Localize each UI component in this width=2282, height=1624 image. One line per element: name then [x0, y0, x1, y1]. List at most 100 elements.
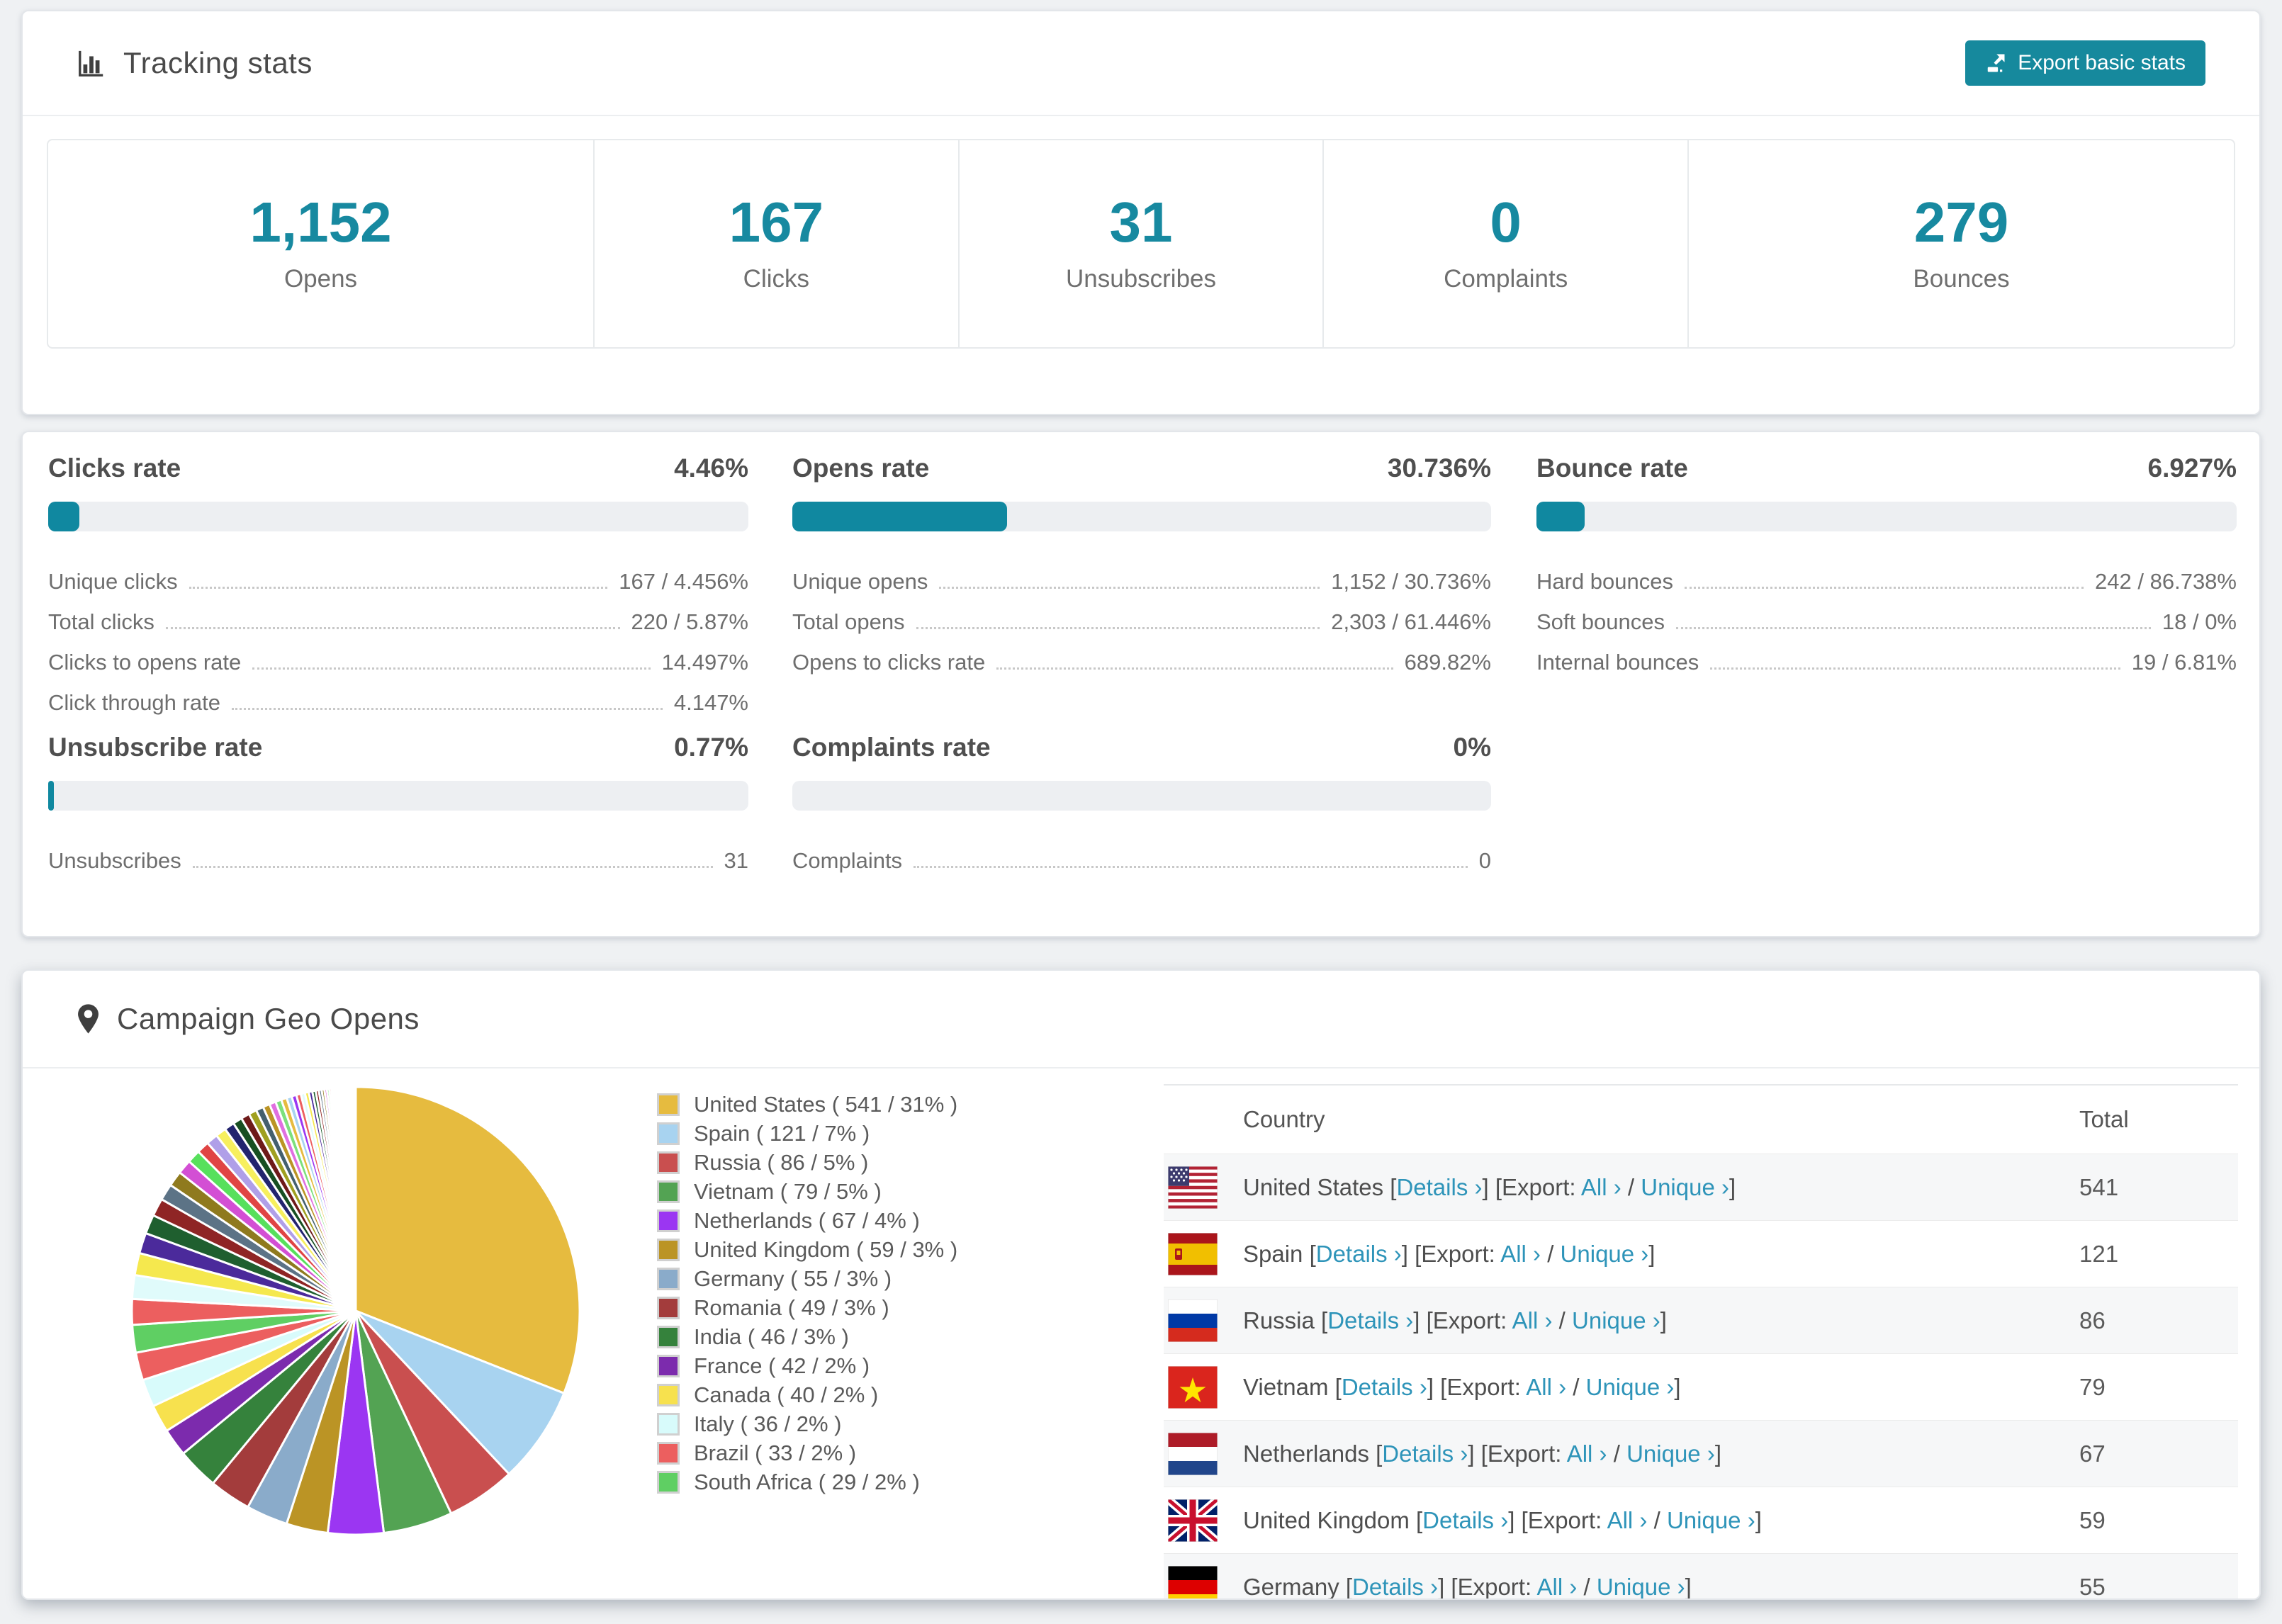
rate-detail-row: Complaints 0: [792, 833, 1491, 874]
legend-item: Romania ( 49 / 3% ): [657, 1293, 957, 1322]
legend-item: United States ( 541 / 31% ): [657, 1090, 957, 1119]
rate-panel: Complaints rate 0% Complaints 0: [792, 733, 1491, 874]
export-all-link[interactable]: All ›: [1500, 1241, 1541, 1267]
rate-title: Clicks rate: [48, 453, 181, 483]
country-total: 121: [2079, 1240, 2119, 1267]
dotted-leader: [231, 708, 663, 710]
geo-table-header: Country Total: [1164, 1086, 2238, 1154]
rate-row-value: 18 / 0%: [2162, 609, 2237, 635]
export-all-link[interactable]: All ›: [1526, 1374, 1566, 1400]
page-title: Tracking stats: [123, 46, 313, 79]
details-link[interactable]: Details ›: [1396, 1174, 1482, 1200]
rate-row-label: Total opens: [792, 609, 905, 635]
details-link[interactable]: Details ›: [1422, 1507, 1508, 1533]
legend-color-chip: [657, 1093, 680, 1116]
legend-item: Brazil ( 33 / 2% ): [657, 1438, 957, 1467]
legend-item: Netherlands ( 67 / 4% ): [657, 1206, 957, 1235]
rate-detail-row: Clicks to opens rate 14.497%: [48, 635, 748, 675]
rate-row-label: Complaints: [792, 848, 903, 874]
country-name: Netherlands: [1243, 1440, 1376, 1467]
dotted-leader: [1685, 587, 2084, 589]
legend-item: France ( 42 / 2% ): [657, 1351, 957, 1380]
legend-label: Russia ( 86 / 5% ): [694, 1149, 869, 1175]
export-all-link[interactable]: All ›: [1567, 1440, 1607, 1467]
dotted-leader: [1675, 627, 2151, 629]
export-all-link[interactable]: All ›: [1607, 1507, 1648, 1533]
legend-color-chip: [657, 1151, 680, 1174]
country-total: 67: [2079, 1440, 2106, 1467]
summary-stats: 1,152 Opens 167 Clicks 31 Unsubscribes 0…: [47, 139, 2235, 349]
geo-opens-card: Campaign Geo Opens United States ( 541 /…: [21, 969, 2261, 1600]
stat-value: 1,152: [249, 191, 392, 254]
rate-progress-fill: [48, 781, 54, 811]
legend-color-chip: [657, 1238, 680, 1261]
details-link[interactable]: Details ›: [1316, 1241, 1402, 1267]
export-unique-link[interactable]: Unique ›: [1667, 1507, 1755, 1533]
country-flag-icon: [1164, 1432, 1243, 1475]
rate-row-value: 4.147%: [673, 690, 748, 716]
rate-row-label: Internal bounces: [1536, 650, 1699, 675]
export-basic-stats-button[interactable]: Export basic stats: [1965, 40, 2205, 86]
export-unique-link[interactable]: Unique ›: [1572, 1307, 1660, 1333]
header-divider: [23, 115, 2259, 116]
legend-color-chip: [657, 1441, 680, 1465]
export-unique-link[interactable]: Unique ›: [1597, 1574, 1685, 1599]
rate-detail-row: Total clicks 220 / 5.87%: [48, 594, 748, 635]
table-row: Germany [Details ›] [Export: All › / Uni…: [1164, 1553, 2238, 1599]
rates-card: Clicks rate 4.46% Unique clicks 167 / 4.…: [21, 431, 2261, 937]
dotted-leader: [165, 627, 620, 629]
legend-label: Netherlands ( 67 / 4% ): [694, 1207, 920, 1233]
rate-detail-row: Total opens 2,303 / 61.446%: [792, 594, 1491, 635]
rate-title: Complaints rate: [792, 733, 991, 762]
legend-label: India ( 46 / 3% ): [694, 1324, 849, 1349]
legend-color-chip: [657, 1296, 680, 1319]
summary-stat-cell: 31 Unsubscribes: [960, 140, 1325, 347]
export-unique-link[interactable]: Unique ›: [1561, 1241, 1649, 1267]
rate-detail-row: Unsubscribes 31: [48, 833, 748, 874]
table-row: Vietnam [Details ›] [Export: All › / Uni…: [1164, 1353, 2238, 1420]
stat-label: Complaints: [1444, 265, 1568, 293]
rate-progress-fill: [48, 502, 80, 531]
rate-value: 0.77%: [674, 733, 748, 762]
export-unique-link[interactable]: Unique ›: [1641, 1174, 1729, 1200]
export-all-link[interactable]: All ›: [1581, 1174, 1621, 1200]
export-unique-link[interactable]: Unique ›: [1626, 1440, 1715, 1467]
rate-progress-bar: [48, 502, 748, 531]
rate-panel: Opens rate 30.736% Unique opens 1,152 / …: [792, 453, 1491, 675]
summary-stat-cell: 1,152 Opens: [48, 140, 595, 347]
pie-slice: [354, 1086, 357, 1312]
legend-label: United States ( 541 / 31% ): [694, 1091, 958, 1117]
details-link[interactable]: Details ›: [1327, 1307, 1413, 1333]
geo-header-divider: [23, 1067, 2259, 1068]
rate-row-value: 14.497%: [661, 650, 748, 675]
rate-row-label: Hard bounces: [1536, 569, 1674, 594]
legend-color-chip: [657, 1180, 680, 1203]
summary-stat-cell: 0 Complaints: [1324, 140, 1690, 347]
details-link[interactable]: Details ›: [1382, 1440, 1468, 1467]
export-all-link[interactable]: All ›: [1536, 1574, 1577, 1599]
rate-progress-fill: [1536, 502, 1585, 531]
rate-title: Unsubscribe rate: [48, 733, 263, 762]
rate-row-label: Unique clicks: [48, 569, 178, 594]
legend-color-chip: [657, 1209, 680, 1232]
export-button-label: Export basic stats: [2018, 51, 2186, 74]
country-total: 541: [2079, 1173, 2119, 1200]
details-link[interactable]: Details ›: [1342, 1374, 1427, 1400]
rate-panel: Unsubscribe rate 0.77% Unsubscribes 31: [48, 733, 748, 874]
dotted-leader: [996, 667, 1393, 670]
rate-progress-fill: [792, 502, 1008, 531]
rate-row-value: 31: [724, 848, 748, 874]
legend-item: Vietnam ( 79 / 5% ): [657, 1177, 957, 1206]
export-all-link[interactable]: All ›: [1512, 1307, 1553, 1333]
legend-label: Romania ( 49 / 3% ): [694, 1295, 889, 1320]
rate-detail-row: Unique opens 1,152 / 30.736%: [792, 554, 1491, 594]
rate-row-label: Soft bounces: [1536, 609, 1665, 635]
export-unique-link[interactable]: Unique ›: [1586, 1374, 1675, 1400]
rate-detail-row: Internal bounces 19 / 6.81%: [1536, 635, 2237, 675]
rate-row-value: 1,152 / 30.736%: [1331, 569, 1491, 594]
tracking-stats-header: Tracking stats Export basic stats: [23, 11, 2259, 115]
stat-label: Unsubscribes: [1065, 265, 1217, 293]
details-link[interactable]: Details ›: [1352, 1574, 1438, 1599]
rate-value: 4.46%: [674, 453, 748, 483]
legend-item: Russia ( 86 / 5% ): [657, 1148, 957, 1177]
